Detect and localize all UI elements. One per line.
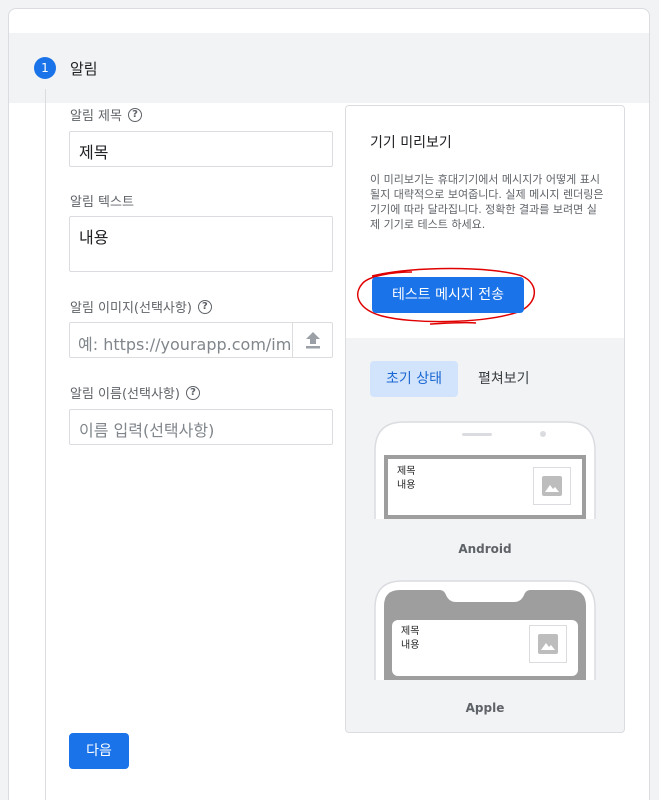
notification-text-label-text: 알림 텍스트 xyxy=(70,195,134,210)
android-notification-thumbnail xyxy=(533,467,571,505)
tab-initial-state[interactable]: 초기 상태 xyxy=(370,361,458,397)
android-label: Android xyxy=(458,542,512,556)
android-notification-body: 내용 xyxy=(397,480,416,491)
help-circle-icon[interactable]: ? xyxy=(197,299,212,314)
notification-name-label: 알림 이름(선택사항) ? xyxy=(70,383,200,402)
apple-notification-thumbnail xyxy=(529,625,567,663)
notification-title-label: 알림 제목 ? xyxy=(70,105,142,124)
preview-description: 이 미리보기는 휴대기기에서 메시지가 어떻게 표시될지 대략적으로 보여줍니다… xyxy=(370,173,604,231)
help-circle-icon[interactable]: ? xyxy=(185,385,200,400)
notification-title-label-text: 알림 제목 xyxy=(70,109,122,124)
upload-button[interactable] xyxy=(292,323,332,357)
notification-text-label: 알림 텍스트 xyxy=(70,191,134,210)
step-connector-line xyxy=(45,89,46,800)
notification-title-input[interactable]: 제목 xyxy=(69,131,333,167)
apple-notification-title: 제목 xyxy=(401,626,420,637)
notification-text-input[interactable]: 내용 xyxy=(69,216,333,272)
next-button[interactable]: 다음 xyxy=(69,733,129,769)
step-number-badge: 1 xyxy=(34,57,56,79)
send-test-message-button[interactable]: 테스트 메시지 전송 xyxy=(372,277,524,313)
step-header[interactable] xyxy=(9,33,649,103)
notification-name-input[interactable]: 이름 입력(선택사항) xyxy=(69,409,333,445)
upload-icon xyxy=(305,332,320,349)
help-circle-icon[interactable]: ? xyxy=(127,107,142,122)
android-notification-title: 제목 xyxy=(397,466,416,477)
step-title: 알림 xyxy=(70,60,98,78)
notification-image-input[interactable]: 예: https://yourapp.com/imag xyxy=(70,323,292,357)
notification-image-label-text: 알림 이미지(선택사항) xyxy=(70,301,192,316)
notification-image-field: 예: https://yourapp.com/imag xyxy=(69,322,333,358)
preview-header: 기기 미리보기 이 미리보기는 휴대기기에서 메시지가 어떻게 표시될지 대략적… xyxy=(346,106,624,338)
image-icon xyxy=(542,476,562,496)
preview-title: 기기 미리보기 xyxy=(370,135,452,151)
apple-notification-text: 제목 내용 xyxy=(401,625,419,653)
notification-card: 1 알림 알림 제목 ? 제목 알림 텍스트 내용 알림 이미지(선택사항) ?… xyxy=(8,8,650,800)
notification-image-label: 알림 이미지(선택사항) ? xyxy=(70,297,212,316)
device-preview-panel: 기기 미리보기 이 미리보기는 휴대기기에서 메시지가 어떻게 표시될지 대략적… xyxy=(345,105,625,733)
notification-name-label-text: 알림 이름(선택사항) xyxy=(70,387,180,402)
image-icon xyxy=(538,634,558,654)
tab-expanded-view[interactable]: 펼쳐보기 xyxy=(462,361,546,397)
apple-notification-body: 내용 xyxy=(401,640,420,651)
android-notification-text: 제목 내용 xyxy=(397,465,415,493)
apple-label: Apple xyxy=(465,701,505,715)
